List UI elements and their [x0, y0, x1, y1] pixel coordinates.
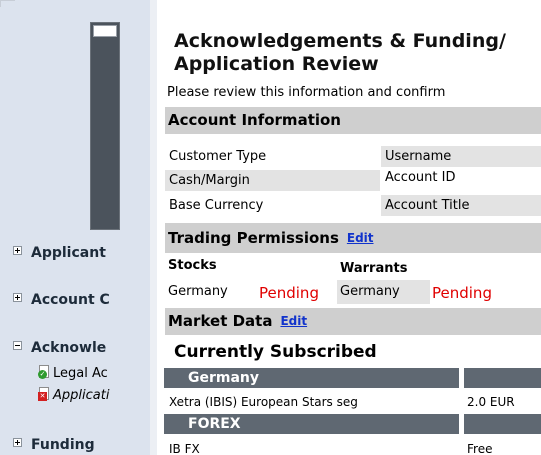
currently-subscribed-heading: Currently Subscribed — [174, 342, 377, 362]
section-title: Trading Permissions — [168, 229, 339, 247]
permission-status-pending: Pending — [432, 284, 492, 302]
edit-market-data-link[interactable]: Edit — [280, 314, 307, 328]
document-complete-icon: ✓ — [38, 365, 51, 379]
page-title-line-2: Application Review — [174, 53, 379, 75]
sidebar-item-label: Applicant — [31, 245, 106, 261]
sidebar-corner — [0, 0, 15, 7]
section-title: Market Data — [168, 312, 273, 330]
sidebar-item-label: Funding — [31, 437, 95, 453]
expand-icon[interactable] — [13, 293, 22, 302]
sidebar-subitem-label: Applicati — [53, 388, 110, 403]
market-data-group-header-price — [464, 414, 541, 434]
expand-icon[interactable] — [13, 246, 22, 255]
account-info-label: Account Title — [381, 195, 541, 216]
column-header-warrants: Warrants — [340, 261, 408, 276]
sidebar-divider — [150, 0, 157, 455]
main-content: Acknowledgements & Funding/ Application … — [157, 0, 541, 455]
column-header-stocks: Stocks — [168, 258, 217, 273]
section-market-data: Market Data Edit — [165, 308, 541, 335]
account-info-label: Username — [381, 146, 541, 167]
progress-bar-indicator — [93, 25, 117, 37]
sidebar-item-label: Acknowle — [31, 340, 107, 356]
document-error-icon: ✕ — [38, 387, 51, 401]
sidebar-subitem-legal[interactable]: ✓ Legal Ac — [38, 365, 108, 381]
market-data-group-header: Germany — [164, 368, 459, 388]
market-data-service: IB FX — [169, 442, 200, 455]
account-info-label: Account ID — [381, 167, 541, 188]
edit-trading-permissions-link[interactable]: Edit — [347, 231, 374, 245]
group-name: FOREX — [188, 416, 241, 432]
expand-icon[interactable] — [13, 438, 22, 447]
progress-bar — [90, 22, 120, 230]
account-info-label: Cash/Margin — [165, 170, 380, 191]
permission-country: Germany — [165, 280, 250, 304]
sidebar-subitem-label: Legal Ac — [53, 366, 108, 381]
section-account-information: Account Information — [165, 107, 541, 134]
permission-status-pending: Pending — [259, 284, 319, 302]
group-name: Germany — [188, 370, 260, 386]
account-info-label: Customer Type — [165, 146, 380, 167]
sidebar-item-account[interactable]: Account C — [13, 292, 110, 308]
sidebar-subitem-application[interactable]: ✕ Applicati — [38, 387, 109, 403]
market-data-price: Free — [467, 442, 493, 455]
collapse-icon[interactable] — [13, 341, 22, 350]
sidebar-item-applicant[interactable]: Applicant — [13, 245, 106, 261]
section-trading-permissions: Trading Permissions Edit — [165, 223, 541, 253]
sidebar-item-label: Account C — [31, 292, 110, 308]
account-info-label: Base Currency — [165, 195, 380, 216]
sidebar-item-funding[interactable]: Funding — [13, 437, 95, 453]
sidebar-item-acknowledgements[interactable]: Acknowle — [13, 340, 106, 356]
permission-country: Germany — [337, 280, 430, 304]
market-data-service: Xetra (IBIS) European Stars seg — [169, 395, 358, 409]
page-title-line-1: Acknowledgements & Funding/ — [174, 30, 506, 52]
section-title: Account Information — [168, 111, 341, 129]
sidebar: Applicant Account C Acknowle ✓ Legal Ac ✕… — [0, 0, 150, 455]
market-data-price: 2.0 EUR — [467, 395, 515, 409]
intro-text: Please review this information and confi… — [167, 85, 446, 100]
page-title: Acknowledgements & Funding/ Application … — [174, 30, 506, 76]
market-data-group-header-price — [464, 368, 541, 388]
market-data-group-header: FOREX — [164, 414, 459, 434]
